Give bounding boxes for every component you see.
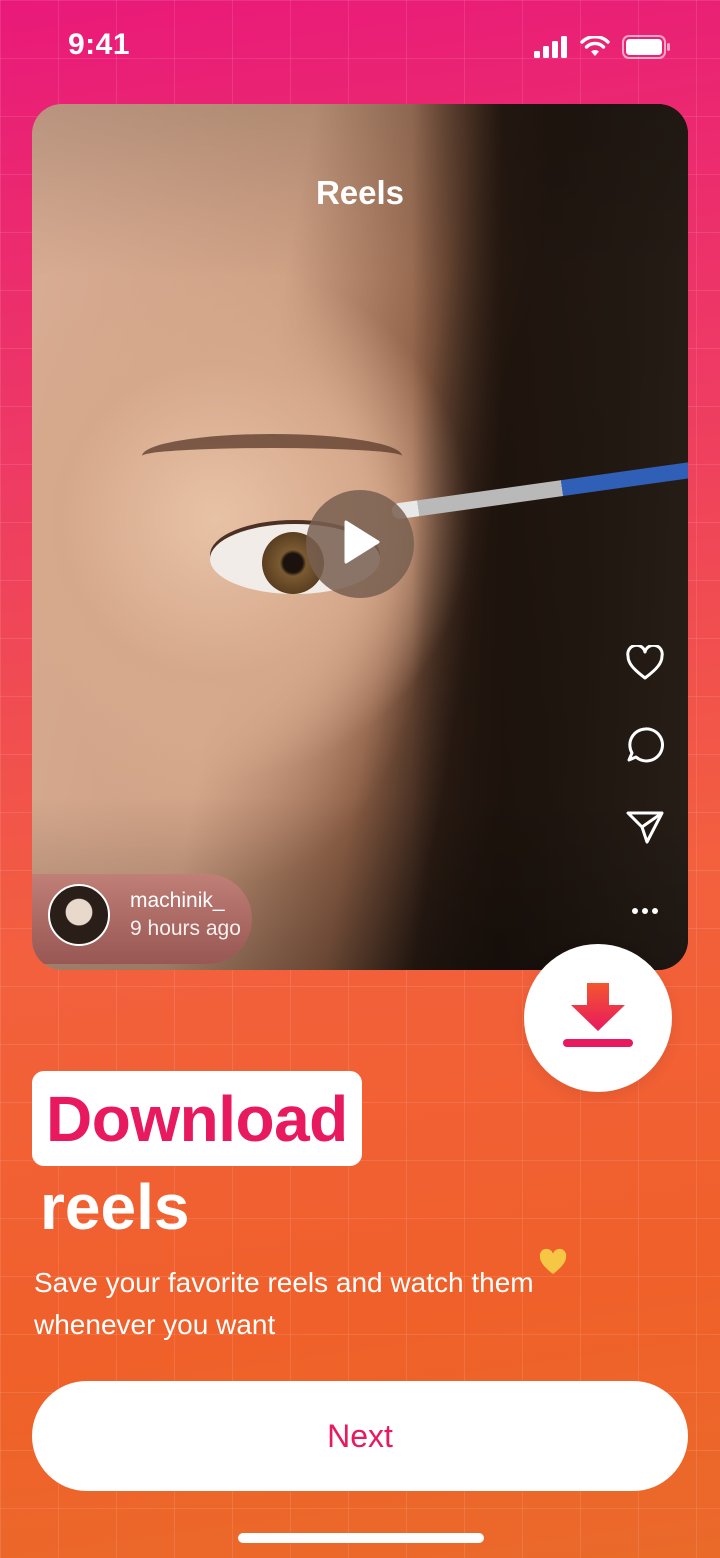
status-bar: 9:41: [0, 0, 720, 96]
status-icons: [534, 35, 672, 64]
onboarding-subtitle: Save your favorite reels and watch them …: [34, 1267, 534, 1340]
reel-preview-card[interactable]: Reels machinik_ 9 hours ago: [32, 104, 688, 970]
play-button[interactable]: [306, 490, 414, 598]
author-info: machinik_ 9 hours ago: [130, 889, 241, 941]
headline-highlight: Download: [32, 1071, 362, 1166]
reel-author[interactable]: machinik_ 9 hours ago: [48, 884, 241, 946]
next-button[interactable]: Next: [32, 1381, 688, 1491]
more-icon: [632, 902, 658, 920]
more-button[interactable]: [624, 890, 666, 932]
download-icon: [563, 982, 633, 1054]
like-button[interactable]: [624, 643, 666, 686]
heart-icon: [625, 643, 665, 686]
download-button[interactable]: [524, 944, 672, 1092]
wifi-icon: [580, 35, 610, 63]
play-icon: [338, 518, 382, 571]
headline-highlight-text: Download: [46, 1082, 348, 1155]
battery-icon: [622, 35, 672, 64]
comment-button[interactable]: [624, 726, 666, 768]
headline-second-line: reels: [40, 1171, 190, 1243]
status-time: 9:41: [68, 28, 131, 61]
share-button[interactable]: [624, 808, 666, 850]
share-icon: [625, 809, 665, 850]
reel-title: Reels: [315, 174, 405, 211]
author-name: machinik_: [130, 889, 225, 912]
comment-icon: [626, 726, 664, 769]
home-indicator[interactable]: [238, 1533, 484, 1543]
reel-side-actions: [624, 643, 666, 932]
avatar: [48, 884, 110, 946]
post-time: 9 hours ago: [130, 917, 241, 940]
cellular-signal-icon: [534, 36, 568, 63]
